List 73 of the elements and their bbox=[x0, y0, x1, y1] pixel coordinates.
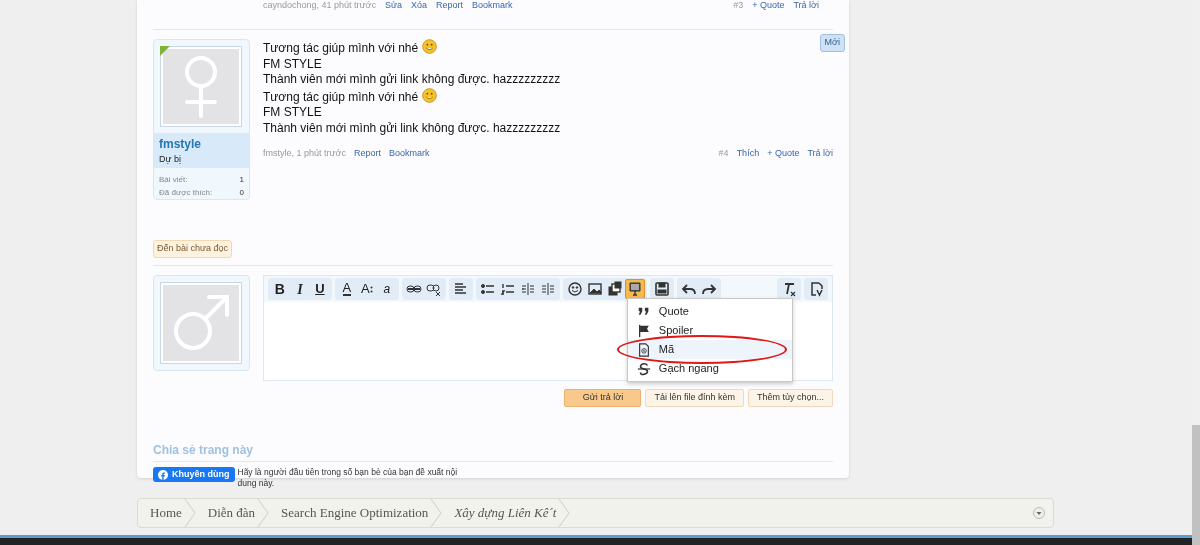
image-icon bbox=[586, 281, 603, 297]
recommend-text: Hãy là người đầu tiên trong số bạn bè của bạn đề xuất nội dung này. bbox=[237, 467, 459, 489]
facebook-recommend-button[interactable]: Khuyên dùng bbox=[153, 467, 235, 482]
post-action-link[interactable]: Trả lời bbox=[793, 0, 819, 10]
post-meta: fmstyle, 1 phút trước bbox=[263, 146, 346, 160]
post-link[interactable]: Bookmark bbox=[472, 0, 513, 10]
facebook-logo-icon bbox=[158, 469, 168, 480]
stat-label: Đã được thích: bbox=[159, 187, 213, 199]
username-link[interactable]: fmstyle bbox=[159, 134, 244, 153]
post-number: #3 bbox=[733, 0, 744, 10]
code-icon bbox=[636, 342, 651, 357]
editor[interactable]: B I U A A a Quote Spoiler Mã Gạch ngang bbox=[262, 275, 833, 381]
new-badge: Mới bbox=[819, 34, 845, 52]
menu-item[interactable]: Quote bbox=[627, 302, 792, 321]
post-link[interactable]: Report bbox=[353, 146, 381, 161]
breadcrumb-separator-icon bbox=[558, 499, 571, 527]
post-link[interactable]: Report bbox=[436, 0, 464, 10]
message-line: Thành viên mới mình gửi link không được. hazzzzzzzzz bbox=[263, 72, 562, 88]
spoiler-icon bbox=[636, 323, 651, 338]
message-line: Thành viên mới mình gửi link không được. hazzzzzzzzz bbox=[263, 120, 562, 137]
strike-icon bbox=[636, 361, 651, 376]
menu-item[interactable]: Gạch ngang bbox=[627, 359, 792, 378]
outdent-icon bbox=[519, 281, 536, 297]
number-list-icon bbox=[499, 281, 516, 297]
stat-value: 1 bbox=[239, 174, 244, 186]
breadcrumb-separator-icon bbox=[257, 499, 270, 527]
post-action-link[interactable]: Trả lời bbox=[807, 146, 833, 161]
post-link[interactable]: Xóa bbox=[411, 0, 428, 10]
smiley-icon bbox=[422, 39, 438, 54]
font-size-dots-icon bbox=[369, 285, 373, 293]
breadcrumb-link[interactable]: Xây dựng Liên Kê´t bbox=[442, 499, 559, 527]
insert-icon bbox=[626, 281, 643, 297]
post-action-link[interactable]: + Quote bbox=[767, 146, 800, 161]
smiley-icon bbox=[422, 87, 438, 103]
bold-button[interactable]: B bbox=[269, 279, 290, 299]
post-meta: cayndochong, 41 phút trước bbox=[263, 0, 376, 10]
breadcrumb-link[interactable]: Search Engine Optimization bbox=[269, 499, 431, 527]
message-line: Tương tác giúp mình với nhé bbox=[263, 87, 833, 106]
undo-icon bbox=[680, 281, 697, 297]
unread-posts-link[interactable]: Đến bài chưa đọc bbox=[153, 240, 233, 258]
post-action-link[interactable]: + Quote bbox=[752, 0, 785, 10]
user-title: Dự bị bbox=[159, 152, 183, 166]
media-icon bbox=[606, 281, 623, 297]
bullet-list-icon bbox=[479, 281, 496, 297]
insert-button[interactable] bbox=[624, 279, 645, 299]
message-line: FM STYLE bbox=[263, 56, 323, 73]
unlink-icon bbox=[425, 281, 442, 297]
menu-item[interactable]: Spoiler bbox=[627, 321, 792, 340]
submit-reply-button[interactable]: Gửi trả lời bbox=[564, 389, 642, 407]
editor-option-button[interactable]: Tải lên file đính kèm bbox=[645, 389, 744, 407]
post-number: #4 bbox=[718, 146, 729, 160]
stat-label: Bài viết: bbox=[159, 174, 188, 186]
share-heading: Chia sẻ trang này bbox=[153, 441, 833, 462]
smiley-icon bbox=[566, 281, 583, 297]
underline-button[interactable]: U bbox=[309, 279, 330, 299]
redo-icon bbox=[700, 281, 717, 297]
indent-icon bbox=[539, 281, 556, 297]
italic-button[interactable]: I bbox=[289, 279, 310, 299]
editor-option-button[interactable]: Thêm tùy chọn... bbox=[747, 389, 833, 407]
post-action-link[interactable]: Thích bbox=[736, 146, 760, 161]
breadcrumb-link[interactable]: Diễn đàn bbox=[195, 499, 258, 527]
post-link[interactable]: Bookmark bbox=[388, 146, 430, 161]
breadcrumb-separator-icon bbox=[183, 499, 196, 527]
breadcrumb-link[interactable]: Home bbox=[138, 499, 184, 527]
menu-item[interactable]: Mã bbox=[627, 340, 792, 359]
text-color-button[interactable]: A bbox=[336, 279, 357, 299]
font-size-button[interactable]: A bbox=[356, 279, 377, 299]
post-link[interactable]: Sửa bbox=[385, 0, 403, 10]
font-family-button[interactable]: a bbox=[376, 279, 397, 299]
breadcrumb-separator-icon bbox=[430, 499, 443, 527]
stat-value: 0 bbox=[239, 187, 244, 199]
message-line: FM STYLE bbox=[263, 105, 323, 121]
dropdown-toggle-icon[interactable] bbox=[1033, 507, 1045, 519]
